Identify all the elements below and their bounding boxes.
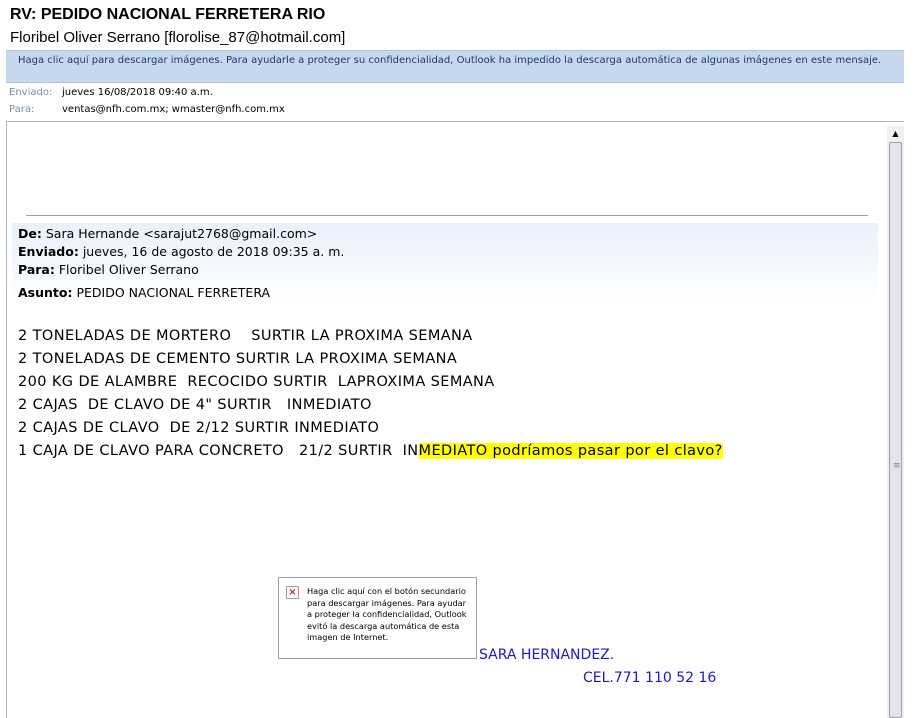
order-line-plain: 1 CAJA DE CLAVO PARA CONCRETO 21/2 SURTI… bbox=[18, 443, 419, 459]
forwarded-sent-label: Enviado: bbox=[18, 244, 79, 259]
signature-name: SARA HERNANDEZ. bbox=[479, 647, 615, 663]
highlighted-text: MEDIATO podríamos pasar por el clavo? bbox=[418, 443, 723, 459]
order-line-last: 1 CAJA DE CLAVO PARA CONCRETO 21/2 SURTI… bbox=[18, 443, 723, 459]
forwarded-sent: Enviado: jueves, 16 de agosto de 2018 09… bbox=[18, 244, 344, 259]
forward-separator bbox=[26, 215, 868, 216]
email-subject: RV: PEDIDO NACIONAL FERRETERA RIO bbox=[10, 6, 326, 23]
scroll-thumb[interactable]: ≡ bbox=[889, 142, 902, 718]
forwarded-to-value: Floribel Oliver Serrano bbox=[58, 262, 199, 277]
vertical-scrollbar[interactable]: ▲ ≡ bbox=[887, 126, 904, 718]
order-line: 200 KG DE ALAMBRE RECOCIDO SURTIR LAPROX… bbox=[18, 374, 495, 390]
blocked-image-text: Haga clic aquí con el botón secundario p… bbox=[307, 586, 467, 643]
sent-value: jueves 16/08/2018 09:40 a.m. bbox=[62, 87, 213, 98]
to-label: Para: bbox=[9, 104, 35, 115]
signature-phone: CEL.771 110 52 16 bbox=[583, 670, 717, 686]
forwarded-subject: Asunto: PEDIDO NACIONAL FERRETERA bbox=[18, 285, 270, 300]
email-sender[interactable]: Floribel Oliver Serrano [florolise_87@ho… bbox=[10, 29, 345, 46]
forwarded-from-value[interactable]: Sara Hernande <sarajut2768@gmail.com> bbox=[46, 226, 317, 241]
forwarded-sent-value: jueves, 16 de agosto de 2018 09:35 a. m. bbox=[82, 244, 345, 259]
forwarded-from-label: De: bbox=[18, 226, 42, 241]
forwarded-to: Para: Floribel Oliver Serrano bbox=[18, 262, 199, 277]
order-line: 2 TONELADAS DE MORTERO SURTIR LA PROXIMA… bbox=[18, 328, 473, 344]
forwarded-subject-label: Asunto: bbox=[18, 285, 73, 300]
grip-icon: ≡ bbox=[893, 461, 901, 471]
forwarded-subject-value: PEDIDO NACIONAL FERRETERA bbox=[76, 285, 271, 300]
to-value[interactable]: ventas@nfh.com.mx; wmaster@nfh.com.mx bbox=[62, 104, 285, 115]
scroll-up-arrow-icon[interactable]: ▲ bbox=[887, 126, 904, 140]
order-line: 2 CAJAS DE CLAVO DE 2/12 SURTIR INMEDIAT… bbox=[18, 420, 380, 436]
sent-label: Enviado: bbox=[9, 87, 53, 98]
blocked-image-placeholder[interactable]: × Haga clic aquí con el botón secundario… bbox=[278, 577, 477, 659]
forwarded-from: De: Sara Hernande <sarajut2768@gmail.com… bbox=[18, 226, 317, 241]
order-line: 2 CAJAS DE CLAVO DE 4" SURTIR INMEDIATO bbox=[18, 397, 372, 413]
broken-image-icon: × bbox=[286, 586, 299, 599]
download-images-infobar[interactable]: Haga clic aquí para descargar imágenes. … bbox=[6, 50, 904, 83]
order-line: 2 TONELADAS DE CEMENTO SURTIR LA PROXIMA… bbox=[18, 351, 458, 367]
forwarded-to-label: Para: bbox=[18, 262, 55, 277]
